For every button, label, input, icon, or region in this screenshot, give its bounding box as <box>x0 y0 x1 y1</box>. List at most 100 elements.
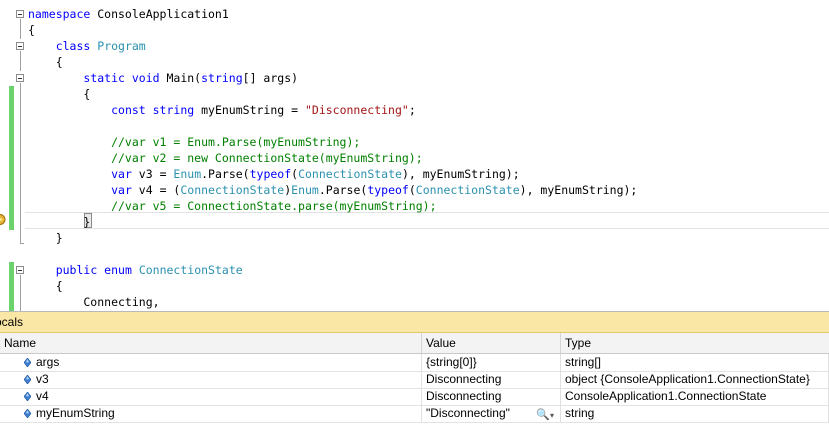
code-token: { <box>28 279 63 293</box>
local-value-text: Disconnecting <box>426 372 502 386</box>
code-token: string <box>201 71 243 85</box>
code-token: const string <box>111 103 195 117</box>
local-type: string[] <box>561 354 829 371</box>
local-value[interactable]: Disconnecting <box>422 371 561 388</box>
code-token: //var v2 = new ConnectionState(myEnumStr… <box>28 151 423 165</box>
locals-title-bar[interactable]: ocals <box>0 312 829 333</box>
collapse-enum-icon[interactable] <box>16 266 24 274</box>
code-token: static void <box>83 71 160 85</box>
visualizer-dropdown-icon[interactable]: ▾ <box>550 407 554 422</box>
code-line[interactable]: //var v1 = Enum.Parse(myEnumString); <box>28 134 360 150</box>
code-token: myEnumString = <box>194 103 305 117</box>
code-token: Main( <box>159 71 202 85</box>
code-token: v3 = <box>131 167 174 181</box>
local-value[interactable]: "Disconnecting" 🔍 ▾ <box>422 405 561 422</box>
code-token: class <box>55 39 91 53</box>
breakpoint-arrow-icon[interactable] <box>0 214 6 225</box>
code-token: ConnectionState <box>298 167 402 181</box>
code-line[interactable]: var v3 = Enum.Parse(typeof(ConnectionSta… <box>28 166 520 182</box>
outlining-margin <box>13 0 24 311</box>
collapse-class-icon[interactable] <box>16 42 24 50</box>
outline-line <box>20 51 21 71</box>
code-line[interactable]: public enum ConnectionState <box>28 262 243 278</box>
code-token: ; <box>408 103 416 117</box>
code-line[interactable]: } <box>28 230 63 246</box>
local-name-text: args <box>36 355 60 369</box>
code-token: //var v1 = Enum.Parse(myEnumString); <box>28 135 361 149</box>
local-type: object {ConsoleApplication1.ConnectionSt… <box>561 371 829 388</box>
code-token: Enum <box>291 183 319 197</box>
collapse-namespace-icon[interactable] <box>16 10 24 18</box>
collapse-method-icon[interactable] <box>16 74 24 82</box>
locals-grid-header: Name Value Type <box>0 333 829 354</box>
column-header-value[interactable]: Value <box>422 333 561 353</box>
code-token: .Parse( <box>201 167 250 181</box>
code-token: ConnectionState <box>415 183 520 197</box>
code-line[interactable]: //var v5 = ConnectionState.parse(myEnumS… <box>28 198 437 214</box>
code-token: { <box>28 87 91 101</box>
code-token: v4 = ( <box>131 183 181 197</box>
locals-row[interactable]: args {string[0]} string[] <box>0 354 829 372</box>
local-type: ConsoleApplication1.ConnectionState <box>561 388 829 405</box>
code-line[interactable]: { <box>28 22 35 38</box>
local-type-text: string <box>565 406 595 420</box>
local-value-text: "Disconnecting" <box>426 406 510 420</box>
local-name-text: v3 <box>36 372 49 386</box>
magnifier-icon[interactable]: 🔍 <box>536 407 550 422</box>
local-type-text: ConsoleApplication1.ConnectionState <box>565 389 767 403</box>
local-value[interactable]: {string[0]} <box>422 354 561 371</box>
locals-title: ocals <box>0 315 24 329</box>
locals-row[interactable]: myEnumString "Disconnecting" 🔍 ▾ string <box>0 405 829 423</box>
locals-row[interactable]: v4 Disconnecting ConsoleApplication1.Conne… <box>0 388 829 406</box>
column-header-name[interactable]: Name <box>0 333 422 353</box>
code-token: ConnectionState <box>138 263 243 277</box>
column-header-type[interactable]: Type <box>561 333 829 353</box>
code-line[interactable]: //var v2 = new ConnectionState(myEnumStr… <box>28 150 423 166</box>
local-name: v4 <box>0 388 422 405</box>
code-token: typeof <box>249 167 292 181</box>
outline-line <box>20 83 21 243</box>
code-token: ( <box>408 183 416 197</box>
code-token: [] args) <box>242 71 299 85</box>
code-line[interactable]: { <box>28 86 90 102</box>
code-token: Enum <box>173 167 202 181</box>
code-token: public enum <box>55 263 132 277</box>
code-token: } <box>28 231 63 245</box>
code-token: var <box>111 183 132 197</box>
code-token: typeof <box>367 183 409 197</box>
code-token: Connecting, <box>28 295 160 309</box>
outline-line <box>20 275 21 311</box>
code-token: { <box>28 23 35 37</box>
locals-window: ocals Name Value Type args {string[0]} str… <box>0 311 829 434</box>
code-token: //var v5 = ConnectionState.parse(myEnumS… <box>28 199 437 213</box>
local-type-text: object {ConsoleApplication1.ConnectionSt… <box>565 372 810 386</box>
current-line-highlight <box>25 212 829 229</box>
code-token: "Disconnecting" <box>304 103 409 117</box>
local-type: string <box>561 405 829 422</box>
local-name-text: v4 <box>36 389 49 403</box>
local-value-text: {string[0]} <box>426 355 477 369</box>
locals-row[interactable]: v3 Disconnecting object {ConsoleApplicatio… <box>0 371 829 389</box>
local-name: v3 <box>0 371 422 388</box>
code-line[interactable]: { <box>28 278 63 294</box>
code-token: { <box>28 55 63 69</box>
code-token: ), myEnumString); <box>519 183 638 197</box>
code-line[interactable]: } <box>28 214 90 230</box>
code-token: ConsoleApplication1 <box>90 7 229 21</box>
code-editor[interactable]: namespace ConsoleApplication1{ class Pro… <box>0 0 829 311</box>
code-line[interactable]: static void Main(string[] args) <box>28 70 298 86</box>
outline-line <box>20 243 24 244</box>
code-line[interactable]: { <box>28 54 63 70</box>
code-line[interactable]: const string myEnumString = "Disconnecti… <box>28 102 416 118</box>
code-line[interactable]: Connecting, <box>28 294 160 310</box>
local-value[interactable]: Disconnecting <box>422 388 561 405</box>
code-line[interactable]: class Program <box>28 38 146 54</box>
code-line[interactable]: namespace ConsoleApplication1 <box>28 6 229 22</box>
code-token: namespace <box>28 7 91 21</box>
code-line[interactable]: var v4 = (ConnectionState)Enum.Parse(typ… <box>28 182 637 198</box>
